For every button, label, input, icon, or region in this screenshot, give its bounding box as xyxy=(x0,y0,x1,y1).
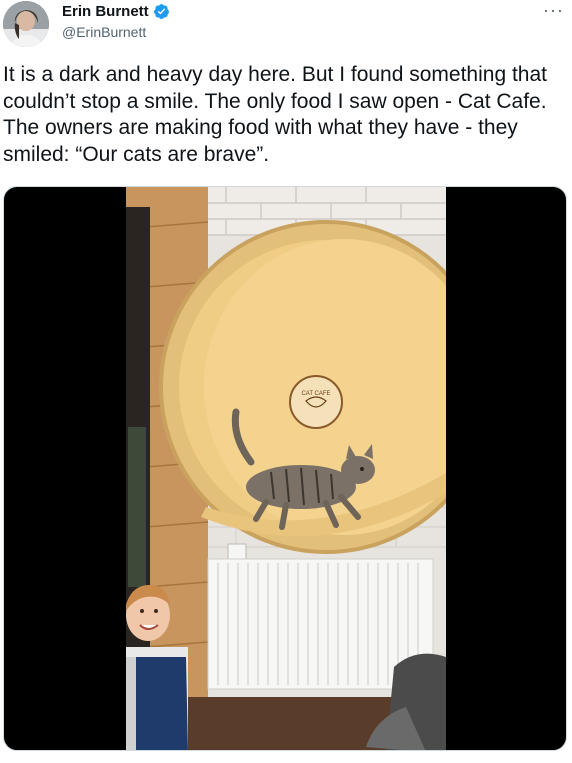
verified-badge-icon xyxy=(153,3,170,20)
more-options-icon[interactable]: ··· xyxy=(543,0,564,21)
tweet-video[interactable]: CAT CAFE xyxy=(3,186,567,751)
user-avatar-photo xyxy=(3,1,49,47)
sign-text: CAT CAFE xyxy=(301,391,330,397)
tweet-text: It is a dark and heavy day here. But I f… xyxy=(3,63,553,166)
author-name-row: Erin Burnett xyxy=(62,3,170,20)
cat-wheel-video: CAT CAFE xyxy=(126,187,446,750)
author-name[interactable]: Erin Burnett xyxy=(62,3,149,20)
author-handle[interactable]: @ErinBurnett xyxy=(62,24,146,40)
avatar[interactable] xyxy=(3,1,49,47)
